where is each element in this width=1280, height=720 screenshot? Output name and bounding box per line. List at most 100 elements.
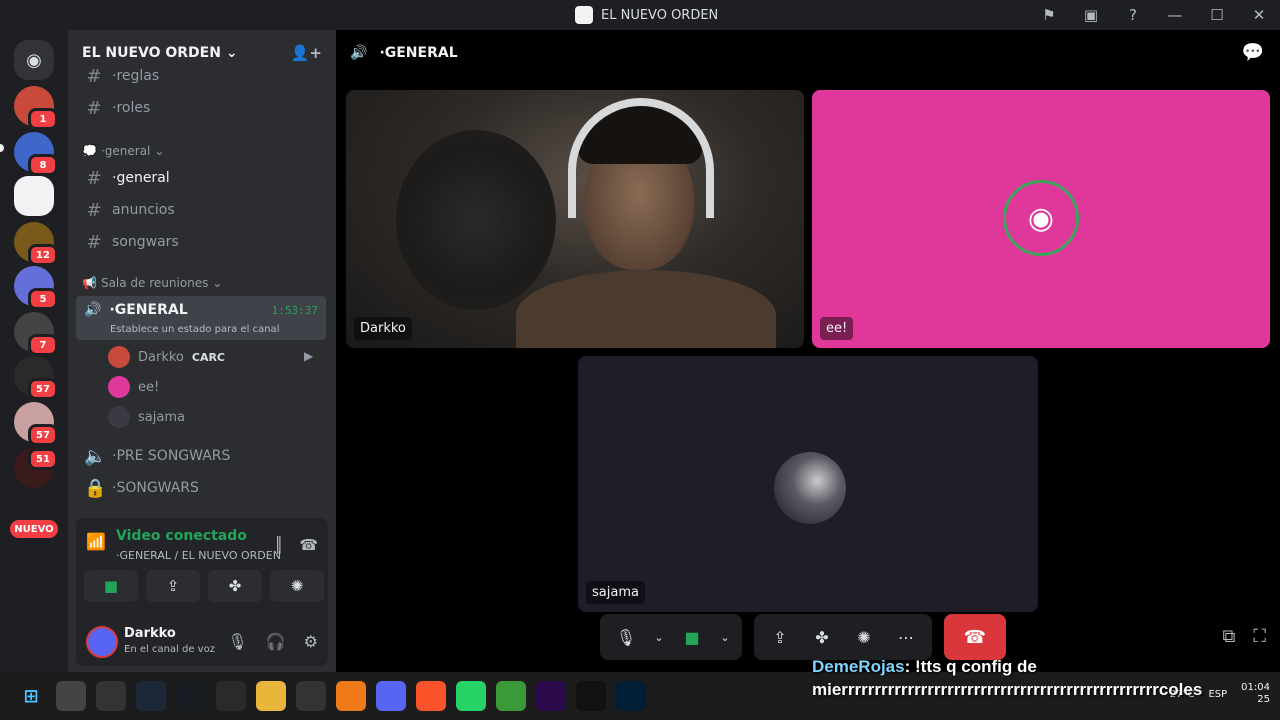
fl-studio-icon[interactable] <box>336 681 366 711</box>
voice-connection-panel: 📶 Video conectado ·GENERAL / EL NUEVO OR… <box>76 518 328 666</box>
channel-songwars[interactable]: # songwars <box>76 226 328 258</box>
server-icon[interactable]: 51 <box>14 448 58 488</box>
video-tile[interactable]: Darkko <box>346 90 804 348</box>
maximize-button[interactable]: ☐ <box>1196 0 1238 30</box>
disconnect-icon[interactable]: ☎ <box>299 536 318 554</box>
server-icon[interactable]: 8 <box>14 132 58 176</box>
server-folder-icon[interactable]: 57 <box>14 402 58 446</box>
microphone-icon[interactable]: 🎙 <box>608 619 644 655</box>
inbox-icon[interactable]: ▣ <box>1070 0 1112 30</box>
voice-channel-pre-songwars[interactable]: 🔈 ·PRE SONGWARS <box>76 440 328 472</box>
epic-games-icon[interactable] <box>216 681 246 711</box>
noise-suppression-icon[interactable]: ║ <box>274 536 283 554</box>
server-icon-active[interactable] <box>14 176 54 216</box>
chevron-down-icon: ⌄ <box>212 276 223 290</box>
category-general[interactable]: 💭 ·general ⌄ <box>82 144 164 158</box>
call-controls: 🎙 ⌄ ■ ⌄ ⇪ ✤ ✺ ⋯ ☎ <box>600 614 1006 660</box>
window-title: EL NUEVO ORDEN <box>575 6 718 24</box>
participant-name: Darkko <box>354 317 412 340</box>
app-icon[interactable] <box>96 681 126 711</box>
voice-user[interactable]: ee! <box>108 374 159 400</box>
close-button[interactable]: ✕ <box>1238 0 1280 30</box>
davinci-icon[interactable] <box>136 681 166 711</box>
help-icon[interactable]: ? <box>1112 0 1154 30</box>
server-icon[interactable]: 57 <box>14 356 58 400</box>
video-tile[interactable]: ◉ ee! <box>812 90 1270 348</box>
camera-icon: ▶ <box>304 349 314 363</box>
camera-button[interactable]: ■ <box>84 570 138 602</box>
activities-button[interactable]: ✤ <box>208 570 262 602</box>
soundboard-button[interactable]: ✺ <box>270 570 324 602</box>
gear-icon[interactable]: ⚙ <box>304 632 318 651</box>
chevron-down-icon[interactable]: ⌄ <box>650 619 668 655</box>
guild-name: EL NUEVO ORDEN <box>82 45 221 61</box>
chat-icon[interactable]: 💬 <box>1242 42 1264 63</box>
server-icon[interactable]: 7 <box>14 312 58 356</box>
discord-home-icon[interactable]: ◉ <box>14 40 54 80</box>
discord-logo-icon: ◉ <box>1003 180 1079 256</box>
title-bar: EL NUEVO ORDEN ⚑ ▣ ? — ☐ ✕ <box>0 0 1280 30</box>
app-icon[interactable] <box>296 681 326 711</box>
brave-icon[interactable] <box>416 681 446 711</box>
folder-icon[interactable] <box>256 681 286 711</box>
channel-general[interactable]: # ·general <box>76 162 328 194</box>
minecraft-icon[interactable] <box>496 681 526 711</box>
hash-icon: # <box>86 199 102 221</box>
hash-icon: # <box>86 97 102 119</box>
steam-icon[interactable] <box>176 681 206 711</box>
pop-out-icon[interactable]: ⧉ <box>1223 626 1236 647</box>
start-icon[interactable]: ⊞ <box>16 681 46 711</box>
hash-icon: # <box>86 231 102 253</box>
connection-channel[interactable]: ·GENERAL / EL NUEVO ORDEN <box>116 549 281 562</box>
discord-icon[interactable] <box>376 681 406 711</box>
voice-channel-general[interactable]: 🔊 ·GENERAL 1:53:37 Establece un estado pa… <box>76 296 326 340</box>
chat-overlay: DemeRojas: !tts q config de mierrrrrrrrr… <box>812 656 1280 702</box>
lock-icon: 🔒 <box>84 477 107 499</box>
channel-status[interactable]: Establece un estado para el canal <box>110 324 279 335</box>
speaker-icon: 🔊 <box>350 45 368 61</box>
minimize-button[interactable]: — <box>1154 0 1196 30</box>
server-icon[interactable]: 12 <box>14 222 58 266</box>
tiktok-icon[interactable] <box>576 681 606 711</box>
screen-share-icon[interactable]: ⇪ <box>762 619 798 655</box>
avatar <box>108 346 130 368</box>
microphone-icon[interactable]: 🎙 <box>227 632 247 651</box>
fullscreen-icon[interactable]: ⛶ <box>1253 626 1266 647</box>
chevron-down-icon: ⌄ <box>154 144 165 158</box>
channel-roles[interactable]: # ·roles <box>76 92 328 124</box>
premiere-icon[interactable] <box>536 681 566 711</box>
speaker-icon: 🔈 <box>84 445 107 467</box>
connection-status[interactable]: Video conectado <box>116 528 247 544</box>
screen-share-button[interactable]: ⇪ <box>146 570 200 602</box>
soundboard-icon[interactable]: ✺ <box>846 619 882 655</box>
channel-reglas[interactable]: # ·reglas <box>76 60 328 92</box>
voice-user[interactable]: sajama <box>108 404 185 430</box>
server-icon[interactable]: 5 <box>14 266 58 310</box>
channel-anuncios[interactable]: # anuncios <box>76 194 328 226</box>
whatsapp-icon[interactable] <box>456 681 486 711</box>
voice-channel-songwars[interactable]: 🔒 ·SONGWARS <box>76 472 328 504</box>
category-meetings[interactable]: 📢 Sala de reuniones ⌄ <box>82 276 222 290</box>
voice-user[interactable]: Darkko CARC <box>108 344 225 370</box>
server-icon[interactable]: 1 <box>14 86 58 130</box>
avatar <box>108 406 130 428</box>
window-title-text: EL NUEVO ORDEN <box>601 7 719 23</box>
chevron-down-icon[interactable]: ⌄ <box>716 619 734 655</box>
chevron-down-icon: ⌄ <box>225 45 238 61</box>
avatar[interactable] <box>86 626 118 658</box>
photoshop-icon[interactable] <box>616 681 646 711</box>
headphones-icon[interactable]: 🎧 <box>266 632 286 651</box>
video-tile[interactable]: sajama <box>578 356 1038 612</box>
hash-icon: # <box>86 167 102 189</box>
more-icon[interactable]: ⋯ <box>888 619 924 655</box>
speech-icon: 💭 <box>82 144 97 158</box>
app-icon[interactable] <box>56 681 86 711</box>
disconnect-button[interactable]: ☎ <box>944 614 1006 660</box>
call-area: 🔊 ·GENERAL 💬 Darkko ◉ ee! sajama 🎙 ⌄ ■ ⌄… <box>336 30 1280 672</box>
flag-icon[interactable]: ⚑ <box>1028 0 1070 30</box>
user-panel: Darkko En el canal de voz 🎙 🎧 ⚙ <box>76 618 328 666</box>
camera-icon[interactable]: ■ <box>674 619 710 655</box>
chat-user: DemeRojas <box>812 657 905 676</box>
activities-icon[interactable]: ✤ <box>804 619 840 655</box>
user-name: Darkko <box>124 626 176 641</box>
